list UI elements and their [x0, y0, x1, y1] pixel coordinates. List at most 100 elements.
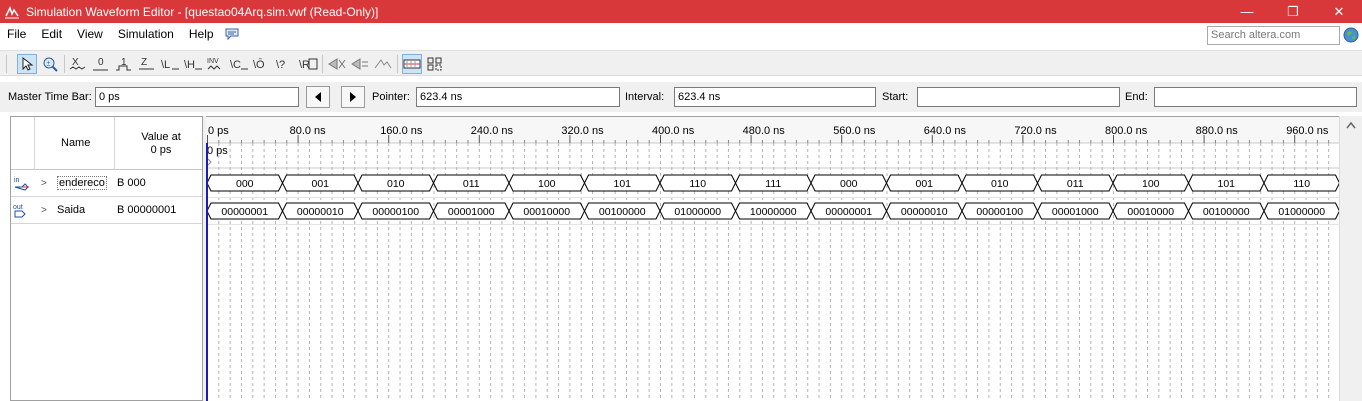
svg-text:±: ± [47, 61, 51, 68]
snap-to-grid-icon[interactable] [373, 54, 393, 74]
svg-text:\R: \R [299, 59, 310, 71]
menu-edit[interactable]: Edit [34, 27, 70, 41]
endereco-wave-value-label: 111 [765, 178, 781, 190]
time-tick-label: 800.0 ns [1105, 125, 1148, 137]
feedback-icon[interactable] [224, 27, 240, 41]
time-tick-label: 640.0 ns [924, 125, 967, 137]
pointer-field[interactable]: 623.4 ns [416, 87, 620, 107]
start-label: Start: [882, 91, 909, 103]
saida-wave-value-label: 00001000 [448, 206, 495, 218]
time-tick-label: 880.0 ns [1196, 125, 1239, 137]
signal-row-saida[interactable]: out > Saida B 00000001 [11, 197, 203, 224]
time-tick-label: 240.0 ns [471, 125, 514, 137]
endereco-wave-value-label: 011 [1067, 178, 1084, 190]
time-tick-label: 480.0 ns [743, 125, 786, 137]
master-time-bar-field[interactable]: 0 ps [95, 87, 299, 107]
signal-row-endereco[interactable]: in > endereco B 000 [11, 170, 203, 197]
endereco-wave-value-label: 100 [1142, 178, 1160, 190]
group-icon[interactable] [402, 54, 422, 74]
saida-wave-value-label: 00001000 [1052, 206, 1099, 218]
next-transition-button[interactable] [341, 86, 365, 108]
signal-name[interactable]: endereco [57, 176, 107, 190]
menu-help[interactable]: Help [182, 27, 222, 41]
weak-low-icon[interactable]: \L [160, 54, 180, 74]
clock-icon[interactable]: \Ō [252, 54, 272, 74]
dont-care-icon[interactable] [327, 54, 347, 74]
close-button[interactable]: ✕ [1316, 0, 1362, 23]
search-input[interactable]: Search altera.com [1207, 26, 1340, 45]
saida-wave-value-label: 01000000 [674, 206, 721, 218]
weak-unknown-icon[interactable]: Z [137, 54, 157, 74]
svg-text:Z: Z [141, 57, 147, 68]
svg-text:\Ō: \Ō [253, 59, 265, 71]
high-impedance-icon[interactable]: \R [298, 54, 318, 74]
svg-text:out: out [13, 204, 23, 211]
name-column-header[interactable]: Name [61, 137, 90, 149]
interval-label: Interval: [625, 91, 665, 103]
forcing-low-icon[interactable]: 0 [91, 54, 111, 74]
weak-high-icon[interactable]: \H [183, 54, 203, 74]
svg-text:\H: \H [184, 59, 195, 71]
vertical-scrollbar[interactable] [1339, 116, 1362, 401]
arbitrary-value-icon[interactable] [350, 54, 370, 74]
pointer-label: Pointer: [372, 91, 410, 103]
menu-view[interactable]: View [70, 27, 111, 41]
signal-value: B 00000001 [117, 204, 177, 216]
end-label: End: [1125, 91, 1148, 103]
saida-wave-value-label: 00000100 [976, 206, 1023, 218]
value-column-header[interactable]: Value at 0 ps [132, 131, 190, 157]
ungroup-icon[interactable] [425, 54, 445, 74]
waveform-panel[interactable]: 0 ps 80.0 ns 160.0 ns 240.0 ns 320.0 ns 400.0… [206, 116, 1339, 401]
signal-value: B 000 [117, 177, 146, 189]
endereco-wave-value-label: 110 [689, 178, 706, 190]
cursor-time-label: 0 ps [207, 145, 228, 157]
menu-simulation[interactable]: Simulation [111, 27, 182, 41]
expand-chevron-icon[interactable]: > [41, 178, 47, 189]
forcing-unknown-icon[interactable]: X [68, 54, 88, 74]
globe-icon[interactable] [1343, 27, 1359, 43]
toolbar: ± X 0 1 Z \L \H INV \C \Ō \? \R [0, 50, 1362, 76]
svg-text:\C: \C [230, 59, 241, 71]
saida-wave-value-label: 00000001 [221, 206, 268, 218]
maximize-button[interactable]: ❐ [1270, 0, 1316, 23]
svg-text:X: X [72, 57, 79, 68]
svg-text:0: 0 [98, 57, 104, 68]
saida-wave-value-label: 10000000 [750, 206, 797, 218]
signal-list-panel: Name Value at 0 ps in > endereco B 000 o… [10, 116, 203, 401]
menu-file[interactable]: File [0, 27, 34, 41]
saida-wave-value-label: 00000010 [297, 206, 344, 218]
waveform-canvas[interactable]: 0 ps 80.0 ns 160.0 ns 240.0 ns 320.0 ns 400.0… [206, 117, 1339, 401]
interval-field[interactable]: 623.4 ns [674, 87, 876, 107]
time-bar: Master Time Bar: 0 ps Pointer: 623.4 ns … [0, 82, 1362, 112]
svg-text:INV: INV [207, 58, 219, 65]
svg-text:\L: \L [161, 59, 170, 71]
random-values-icon[interactable]: \? [275, 54, 295, 74]
zoom-tool-icon[interactable]: ± [40, 54, 60, 74]
master-time-bar-label: Master Time Bar: [8, 91, 92, 103]
endereco-wave-value-label: 001 [311, 178, 329, 190]
time-tick-label: 160.0 ns [380, 125, 423, 137]
minimize-button[interactable]: — [1224, 0, 1270, 23]
endereco-wave-value-label: 101 [1217, 178, 1235, 190]
scroll-up-icon[interactable] [1340, 118, 1362, 134]
start-field[interactable] [917, 87, 1120, 107]
pointer-tool-icon[interactable] [17, 54, 37, 74]
invert-icon[interactable]: INV [206, 54, 226, 74]
input-pin-icon: in [14, 177, 29, 191]
menu-bar: File Edit View Simulation Help [0, 23, 1362, 45]
saida-wave-value-label: 00100000 [599, 206, 646, 218]
output-pin-icon: out [13, 204, 26, 218]
expand-chevron-icon[interactable]: > [41, 205, 47, 216]
endereco-wave-value-label: 110 [1293, 178, 1310, 190]
signal-name[interactable]: Saida [57, 204, 85, 216]
previous-transition-button[interactable] [306, 86, 330, 108]
forcing-high-icon[interactable]: 1 [114, 54, 134, 74]
endereco-wave-value-label: 011 [463, 178, 480, 190]
count-value-icon[interactable]: \C [229, 54, 249, 74]
endereco-wave-value-label: 000 [840, 178, 858, 190]
end-field[interactable] [1154, 87, 1357, 107]
window-title: Simulation Waveform Editor - [questao04A… [26, 4, 379, 19]
saida-wave-value-label: 00000001 [825, 206, 872, 218]
saida-wave-value-label: 00010000 [1127, 206, 1174, 218]
saida-wave-value-label: 00100000 [1203, 206, 1250, 218]
